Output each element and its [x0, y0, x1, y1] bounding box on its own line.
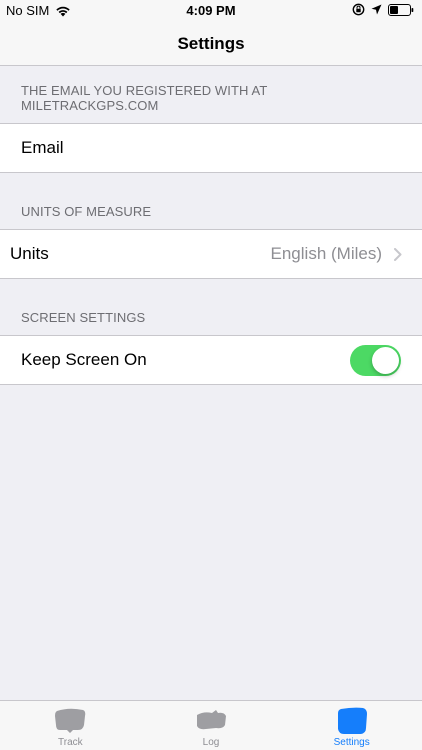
email-label: Email — [21, 138, 64, 157]
location-arrow-icon — [371, 4, 382, 15]
page-title: Settings — [177, 33, 245, 53]
tab-settings[interactable]: Settings — [281, 701, 422, 750]
email-cell[interactable]: Email — [0, 123, 422, 173]
screen: No SIM 4:09 PM Settings THE EMAIL YOU RE… — [0, 0, 422, 750]
chevron-right-icon — [394, 248, 402, 261]
tab-log[interactable]: Log — [141, 701, 282, 750]
keep-screen-on-label: Keep Screen On — [21, 350, 147, 369]
section-header-units: UNITS OF MEASURE — [21, 204, 152, 219]
keep-screen-on-cell: Keep Screen On — [0, 335, 422, 385]
status-bar: No SIM 4:09 PM — [0, 0, 422, 22]
settings-list: THE EMAIL YOU REGISTERED WITH AT MILETRA… — [0, 67, 422, 385]
toggle-knob — [372, 347, 399, 374]
tab-log-label: Log — [202, 737, 220, 748]
units-cell[interactable]: Units English (Miles) — [0, 229, 422, 279]
orientation-lock-icon — [352, 3, 365, 16]
tab-track-label: Track — [58, 737, 83, 748]
units-label: Units — [10, 244, 49, 263]
section-header-screen: SCREEN SETTINGS — [21, 310, 146, 325]
navigation-bar: Settings — [0, 22, 422, 66]
tab-settings-label: Settings — [333, 737, 370, 748]
section-header-email: THE EMAIL YOU REGISTERED WITH AT MILETRA… — [21, 83, 268, 113]
tab-bar: Track Log Settings — [0, 700, 422, 750]
units-value: English (Miles) — [270, 244, 382, 263]
log-icon — [197, 710, 226, 730]
battery-icon — [388, 3, 414, 16]
settings-icon — [337, 707, 367, 734]
tab-track[interactable]: Track — [0, 701, 141, 750]
keep-screen-on-toggle[interactable] — [350, 345, 401, 376]
track-icon — [55, 708, 86, 733]
status-right — [352, 3, 414, 16]
